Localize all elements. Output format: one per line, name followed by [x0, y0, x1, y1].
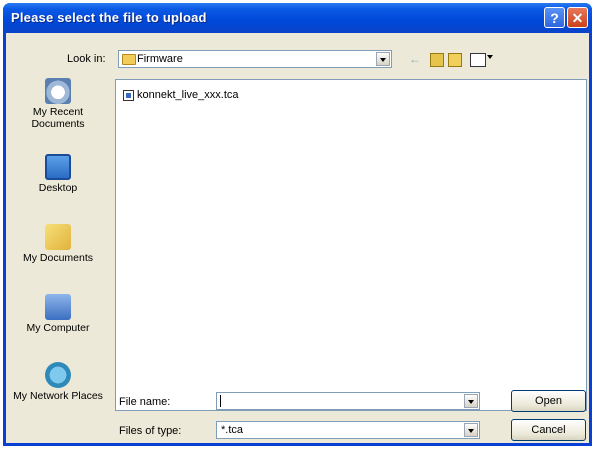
place-my-recent-documents[interactable]: My Recent Documents: [10, 78, 106, 130]
file-name: konnekt_live_xxx.tca: [137, 89, 239, 101]
text-cursor: [220, 395, 221, 407]
network-places-icon: [45, 362, 71, 388]
place-my-computer[interactable]: My Computer: [10, 294, 106, 334]
file-name-label: File name:: [119, 396, 171, 408]
recent-documents-icon: [45, 78, 71, 104]
my-documents-icon: [45, 224, 71, 250]
look-in-label: Look in:: [67, 53, 106, 65]
file-list[interactable]: konnekt_live_xxx.tca: [115, 79, 587, 411]
desktop-icon: [45, 154, 71, 180]
dialog-title: Please select the file to upload: [11, 10, 207, 25]
folder-icon: [122, 54, 136, 65]
title-bar[interactable]: Please select the file to upload ? ✕: [3, 3, 592, 33]
back-icon[interactable]: ←: [409, 53, 423, 65]
file-name-field[interactable]: [216, 392, 480, 410]
views-icon[interactable]: [470, 53, 486, 67]
dialog-body: Look in: Firmware ← My Recent Documents …: [6, 33, 589, 443]
place-label: My Computer: [26, 322, 90, 334]
look-in-dropdown[interactable]: Firmware: [118, 50, 392, 68]
place-desktop[interactable]: Desktop: [10, 154, 106, 194]
files-of-type-value: *.tca: [221, 424, 244, 436]
open-button[interactable]: Open: [511, 390, 586, 412]
files-of-type-select[interactable]: *.tca: [216, 421, 480, 439]
my-computer-icon: [45, 294, 71, 320]
new-folder-icon[interactable]: [448, 53, 462, 67]
chevron-down-icon[interactable]: [464, 423, 478, 437]
place-my-documents[interactable]: My Documents: [10, 224, 106, 264]
place-label: Desktop: [38, 182, 78, 194]
places-bar: My Recent Documents Desktop My Documents…: [10, 76, 106, 428]
chevron-down-icon[interactable]: [376, 52, 390, 66]
place-label: My Recent Documents: [31, 106, 85, 130]
up-folder-icon[interactable]: [430, 53, 444, 67]
place-label: My Network Places: [13, 390, 103, 402]
place-label: My Documents: [22, 252, 94, 264]
help-button[interactable]: ?: [544, 7, 565, 28]
file-upload-dialog: Please select the file to upload ? ✕ Loo…: [3, 3, 592, 446]
views-menu-caret-icon[interactable]: [487, 55, 493, 59]
close-button[interactable]: ✕: [567, 7, 588, 28]
file-icon: [123, 90, 134, 101]
place-my-network-places[interactable]: My Network Places: [10, 362, 106, 402]
look-in-value: Firmware: [137, 53, 183, 65]
cancel-button[interactable]: Cancel: [511, 419, 586, 441]
chevron-down-icon[interactable]: [464, 394, 478, 408]
files-of-type-label: Files of type:: [119, 425, 182, 437]
